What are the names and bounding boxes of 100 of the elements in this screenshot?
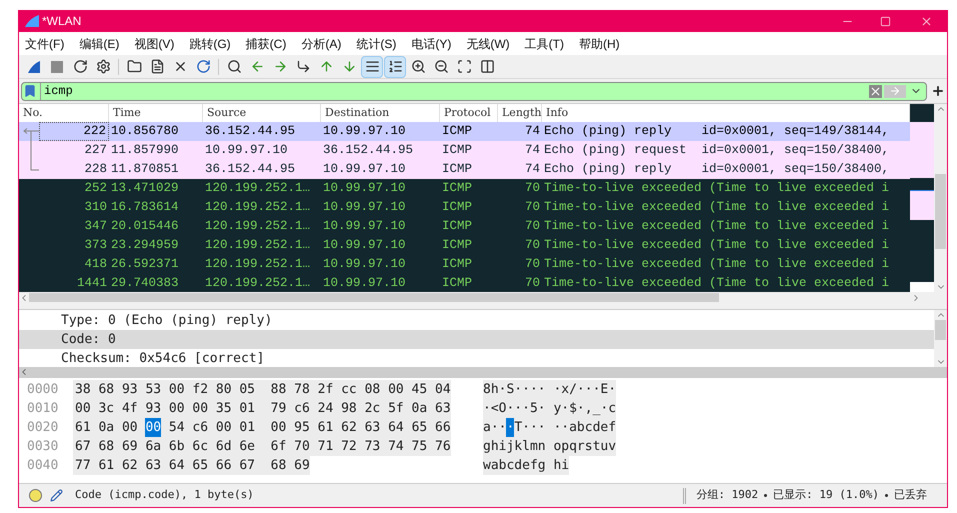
table-cell-text: 10.856780	[110, 123, 180, 140]
reload-icon	[196, 59, 210, 74]
offset-text: 0040	[26, 457, 60, 475]
table-cell-text: Echo (ping) reply id=0x0001, seq=149/38144,	[543, 123, 890, 140]
table-cell-text: 1441	[76, 275, 108, 292]
table-cell-text: Time-to-live exceeded (Time to live exceeded i	[543, 275, 890, 292]
table-cell-text: Time-to-live exceeded (Time to live exceeded i	[543, 237, 890, 254]
edit-icon[interactable]	[50, 489, 63, 502]
table-cell-text: 10.99.97.10	[322, 218, 407, 235]
table-cell-text: 347	[83, 218, 108, 235]
status-stat-text: 已丢弃	[894, 487, 927, 504]
table-cell-text: 10.99.97.10	[322, 275, 407, 292]
hex-bytes[interactable]: 38 68 93 53 00 f2 80 05 88 78 2f cc 08 00 45 04	[75, 380, 451, 399]
vertical-scrollbar[interactable]	[934, 104, 947, 292]
hex-bytes[interactable]: 00 3c 4f 93 00 00 35 01 79 c6 24 98 2c 5f 0a 63	[75, 399, 451, 418]
scroll-thumb[interactable]	[29, 293, 719, 302]
table-cell-text: 70	[524, 237, 541, 254]
table-cell-text: Time-to-live exceeded (Time to live exceeded i	[543, 199, 890, 216]
table-cell-text: ICMP	[441, 275, 474, 292]
packet-row[interactable]: 252 13.471029 120.199.252.1… 10.99.97.10 ICMP 70 Time-to-live exceeded (Time to live exceeded i	[19, 179, 910, 198]
restart-icon	[72, 59, 88, 74]
maximize-icon[interactable]	[880, 16, 891, 26]
menu-item[interactable]: 无线(W)	[466, 34, 510, 52]
table-cell-text: ICMP	[441, 180, 474, 197]
clear-icon[interactable]	[869, 84, 882, 98]
zoom-in-icon	[410, 59, 426, 74]
detail-line[interactable]: Type: 0 (Echo (ping) reply)	[19, 311, 934, 330]
display-filter-field[interactable]: icmp	[21, 82, 927, 100]
menu-item[interactable]: 文件(F)	[25, 34, 64, 52]
ascii-text[interactable]: a··	[483, 418, 506, 437]
table-cell-text: 74	[524, 123, 541, 140]
packet-row[interactable]: 228 11.870851 36.152.44.95 10.99.97.10 ICMP 74 Echo (ping) reply id=0x0001, seq=150/38400,	[19, 160, 910, 179]
status-field-text: Code (icmp.code), 1 byte(s)	[75, 487, 254, 504]
stop-icon	[51, 60, 63, 72]
hex-bytes[interactable]: 61 0a 00	[75, 418, 146, 437]
packet-row[interactable]: 310 16.783614 120.199.252.1… 10.99.97.10 ICMP 70 Time-to-live exceeded (Time to live exceeded i	[19, 198, 910, 217]
offset-text: 0030	[26, 438, 60, 456]
hex-bytes[interactable]: 67 68 69 6a 6b 6c 6d 6e 6f 70 71 72 73 74 75 76	[75, 437, 451, 456]
ascii-text[interactable]: T··· ··abcdef	[514, 418, 616, 437]
packet-row[interactable]: 373 23.294959 120.199.252.1… 10.99.97.10 ICMP 70 Time-to-live exceeded (Time to live exceeded i	[19, 236, 910, 255]
table-cell-text: Echo (ping) request id=0x0001, seq=150/38400,	[543, 142, 890, 159]
ascii-text[interactable]: 8h·S···· ·x/···E·	[483, 380, 616, 399]
search-icon	[226, 59, 242, 74]
add-button-icon[interactable]	[931, 84, 945, 98]
hex-bytes[interactable]: 54 c6 00 01 00 95 61 62 63 64 65 66	[161, 418, 451, 437]
packet-row[interactable]: 227 11.857990 10.99.97.10 36.152.44.95 ICMP 74 Echo (ping) request id=0x0001, seq=150/38400,	[19, 141, 910, 160]
menu-item[interactable]: 统计(S)	[356, 34, 396, 52]
detail-line[interactable]: Checksum: 0x54c6 [correct]	[19, 349, 934, 368]
status-indicator-icon[interactable]	[29, 489, 42, 502]
menu-item[interactable]: 分析(A)	[301, 34, 342, 52]
menu-item[interactable]: 工具(T)	[524, 34, 564, 52]
table-cell-text: 10.99.97.10	[204, 142, 289, 159]
table-cell-text: 23.294959	[110, 237, 180, 254]
table-cell-text: 10.99.97.10	[322, 237, 407, 254]
list-lines-button[interactable]	[384, 56, 406, 78]
horizontal-scrollbar[interactable]	[19, 292, 947, 303]
horizontal-scrollbar[interactable]	[19, 367, 947, 377]
table-cell-text: 20.015446	[110, 218, 180, 235]
offset-text: 0010	[26, 400, 60, 418]
menu-item[interactable]: 电话(Y)	[411, 34, 452, 52]
packet-row[interactable]: 1441 29.740383 120.199.252.1… 10.99.97.10 ICMP 70 Time-to-live exceeded (Time to live exceeded i	[19, 274, 910, 292]
zoom-reset-icon	[456, 59, 472, 74]
table-cell-text: 120.199.252.1…	[204, 199, 312, 216]
packet-row[interactable]: 222 10.856780 36.152.44.95 10.99.97.10 ICMP 74 Echo (ping) reply id=0x0001, seq=149/38144,	[19, 122, 910, 141]
packet-row[interactable]: 418 26.592371 120.199.252.1… 10.99.97.10 ICMP 70 Time-to-live exceeded (Time to live exceeded i	[19, 255, 910, 274]
table-cell-text: Time-to-live exceeded (Time to live exceeded i	[543, 218, 890, 235]
table-cell-text: Time-to-live exceeded (Time to live exceeded i	[543, 256, 890, 273]
ascii-text[interactable]: ·	[506, 418, 514, 437]
settings-icon	[96, 59, 110, 74]
table-cell-text: Echo (ping) reply id=0x0001, seq=150/38400,	[543, 161, 890, 178]
table-cell-text: 373	[83, 237, 108, 254]
vertical-scrollbar[interactable]	[934, 310, 947, 367]
bookmark-icon[interactable]	[23, 84, 37, 98]
ascii-text[interactable]: wabcdefg hi	[483, 456, 570, 475]
table-cell-text: ICMP	[441, 256, 474, 273]
window-title: *WLAN	[42, 13, 82, 30]
table-cell-text: 70	[524, 275, 541, 292]
packet-row[interactable]: 347 20.015446 120.199.252.1… 10.99.97.10 ICMP 70 Time-to-live exceeded (Time to live exceeded i	[19, 217, 910, 236]
autoscroll-button[interactable]	[361, 56, 383, 78]
zoom-out-icon	[434, 59, 448, 74]
scroll-thumb[interactable]	[935, 320, 946, 340]
scroll-thumb[interactable]	[935, 174, 946, 249]
table-cell-text: 11.870851	[110, 161, 180, 178]
menu-item[interactable]: 视图(V)	[134, 34, 174, 52]
table-cell-text: 120.199.252.1…	[204, 180, 312, 197]
menu-item[interactable]: 跳转(G)	[189, 34, 231, 52]
hex-bytes[interactable]: 00	[145, 418, 162, 437]
ascii-text[interactable]: ghijklmn opqrstuv	[483, 437, 616, 456]
menu-item[interactable]: 编辑(E)	[79, 34, 120, 52]
menu-item[interactable]: 帮助(H)	[578, 34, 620, 52]
table-cell-text: 227	[83, 142, 108, 159]
list-lines-icon	[388, 59, 402, 74]
table-cell-text: 36.152.44.95	[204, 161, 296, 178]
hex-bytes[interactable]: 77 61 62 63 64 65 66 67 68 69	[75, 456, 310, 475]
table-cell-text: 120.199.252.1…	[204, 275, 312, 292]
table-cell-text: 70	[524, 180, 541, 197]
menu-item[interactable]: 捕获(C)	[246, 34, 286, 52]
arrow-down-icon	[342, 59, 356, 74]
ascii-text[interactable]: ·<O···5· y·$·,_·c	[483, 399, 616, 418]
close-icon[interactable]	[920, 14, 933, 28]
